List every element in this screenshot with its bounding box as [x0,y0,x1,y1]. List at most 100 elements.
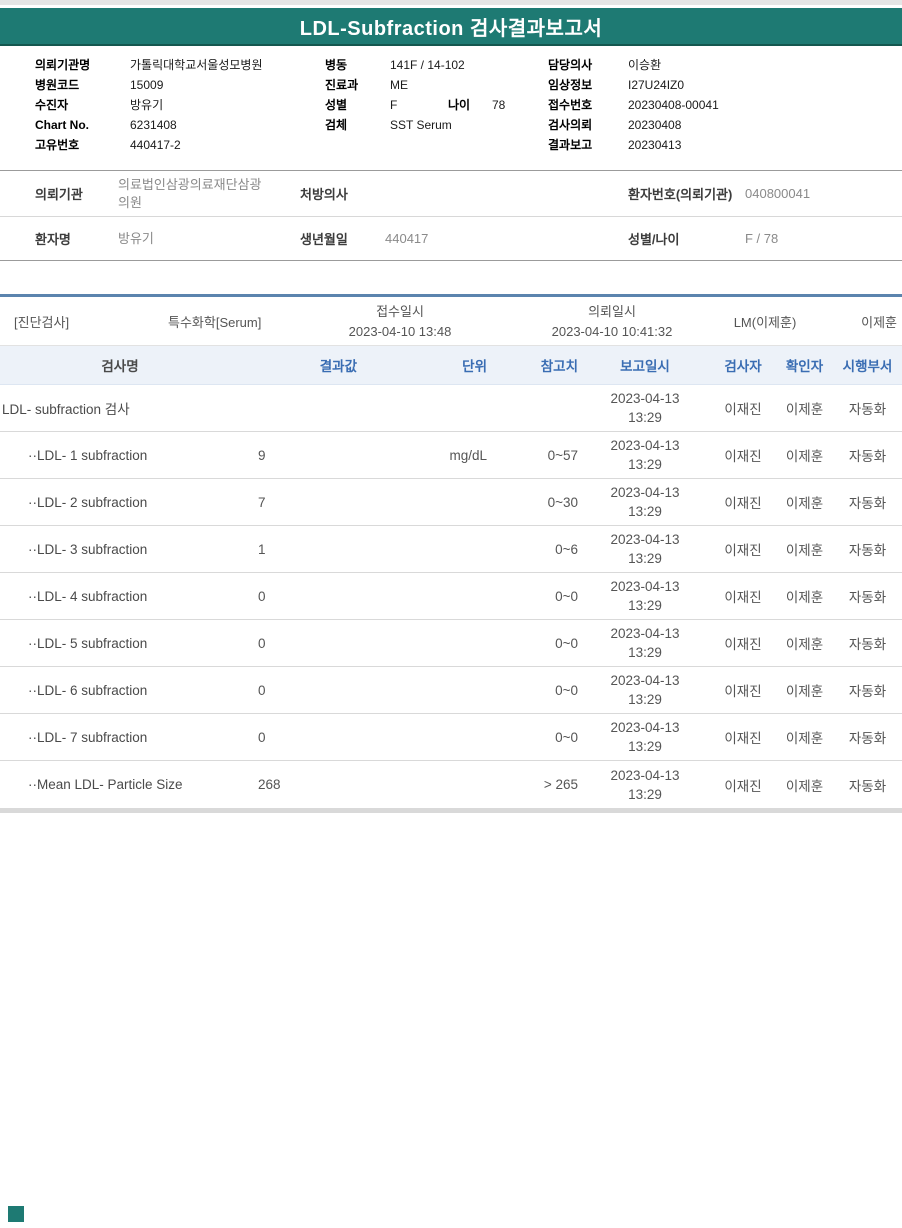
meta-received-datetime: 접수일시 2023-04-10 13:48 [330,302,470,342]
info-value: F [390,98,398,112]
table-row: ··LDL- 6 subfraction 0 0~0 2023-04-13 13:… [0,667,902,714]
field-label: 성별/나이 [628,232,680,247]
info-label: 검사의뢰 [548,118,593,132]
meta-requested-value: 2023-04-10 10:41:32 [551,324,673,339]
cell-tester: 이재진 [724,402,762,417]
info-value: 15009 [130,78,164,92]
cell-verifier: 이제훈 [785,684,824,699]
cell-tester: 이재진 [724,731,762,746]
field-value: F / 78 [745,231,779,246]
meta-category: [진단검사] [14,315,70,330]
info-column-left: 의뢰기관명 가톨릭대학교서울성모병원 병원코드 15009 수진자 방유기 Ch… [35,55,262,155]
info-row: 검사의뢰 20230408 [548,115,719,135]
patient-row: 환자명 방유기 생년월일 440417 성별/나이 F / 78 [0,217,902,260]
col-header-verifier: 확인자 [785,359,824,374]
table-row: ··LDL- 1 subfraction 9 mg/dL 0~57 2023-0… [0,432,902,479]
col-header-unit: 단위 [462,359,487,374]
meta-received-value: 2023-04-10 13:48 [348,324,452,339]
field-value: 의료법인삼광의료재단삼광의원 [118,176,262,210]
info-label: Chart No. [35,118,89,132]
info-label: 접수번호 [548,98,593,112]
col-header-tester: 검사자 [724,359,762,374]
cell-report-datetime: 2023-04-13 13:29 [610,626,680,660]
cell-department: 자동화 [848,496,887,511]
col-header-ref-range: 참고치 [540,359,578,374]
field-value: 440417 [385,231,429,246]
cell-report-datetime: 2023-04-13 13:29 [610,532,680,566]
cell-tester: 이재진 [724,543,762,558]
cell-verifier: 이제훈 [785,496,824,511]
info-column-right: 담당의사 이승환 임상정보 I27U24IZ0 접수번호 20230408-00… [548,55,719,155]
cell-unit: mg/dL [449,447,487,463]
cell-ref-range: 0~0 [555,635,578,651]
info-label: 임상정보 [548,78,593,92]
page-title: LDL-Subfraction 검사결과보고서 [299,17,603,40]
cell-ref-range: 0~30 [547,494,578,510]
age-value: 78 [492,98,506,112]
cell-report-datetime: 2023-04-13 13:29 [610,438,680,472]
cell-ref-range: 0~0 [555,729,578,745]
info-label: 성별 [325,98,348,112]
cell-test-name: ··LDL- 6 subfraction [28,682,148,698]
info-row: 임상정보 I27U24IZ0 [548,75,719,95]
info-value: 이승환 [628,58,662,72]
info-label: 고유번호 [35,138,80,152]
cell-verifier: 이제훈 [785,778,824,794]
cell-report-datetime: 2023-04-13 13:29 [610,485,680,519]
meta-requested-datetime: 의뢰일시 2023-04-10 10:41:32 [528,302,696,342]
cell-tester: 이재진 [724,590,762,605]
cell-ref-range: 0~6 [555,541,578,557]
info-row: 검체 SST Serum [325,115,505,135]
cell-result: 0 [258,682,266,698]
cell-result: 0 [258,729,266,745]
meta-lab-manager: LM(이제훈) [733,315,797,330]
cell-department: 자동화 [848,402,887,417]
cell-verifier: 이제훈 [785,590,824,605]
field-label: 생년월일 [300,232,348,247]
cell-tester: 이재진 [724,778,762,794]
cell-ref-range: 0~57 [547,447,578,463]
table-row: LDL- subfraction 검사 2023-04-13 13:29 이재진 … [0,385,902,432]
col-header-department: 시행부서 [842,359,893,374]
cell-test-name: ··LDL- 5 subfraction [28,635,148,651]
cell-report-datetime: 2023-04-13 13:29 [610,767,680,802]
cell-report-datetime: 2023-04-13 13:29 [610,391,680,425]
cell-result: 0 [258,635,266,651]
cell-test-name: ··LDL- 2 subfraction [28,494,148,510]
results-header-row: 검사명 결과값 단위 참고치 보고일시 검사자 확인자 시행부서 [0,346,902,385]
info-value: 20230408 [628,118,682,132]
info-row: 병원코드 15009 [35,75,262,95]
field-label: 환자명 [35,232,71,247]
cell-ref-range: 0~0 [555,682,578,698]
info-value: 6231408 [130,118,177,132]
info-row: 의뢰기관명 가톨릭대학교서울성모병원 [35,55,262,75]
meta-requested-label: 의뢰일시 [588,304,636,319]
info-value: 20230408-00041 [628,98,719,112]
info-value: SST Serum [390,118,452,132]
age-label: 나이 [448,98,471,112]
cell-test-name: ··LDL- 3 subfraction [28,541,148,557]
patient-info-table: 의뢰기관 의료법인삼광의료재단삼광의원 처방의사 환자번호(의뢰기관) 0408… [0,170,902,261]
cell-test-name: ··LDL- 7 subfraction [28,729,148,745]
table-bottom-bar [0,808,902,813]
info-label: 결과보고 [548,138,593,152]
patient-row: 의뢰기관 의료법인삼광의료재단삼광의원 처방의사 환자번호(의뢰기관) 0408… [0,171,902,217]
field-value: 방유기 [118,230,154,246]
cell-department: 자동화 [848,637,887,652]
page-corner-mark [8,1206,24,1222]
info-row: 진료과 ME [325,75,505,95]
field-label: 환자번호(의뢰기관) [628,187,733,202]
cell-department: 자동화 [848,731,887,746]
cell-tester: 이재진 [724,496,762,511]
cell-report-datetime: 2023-04-13 13:29 [610,720,680,754]
info-value: 가톨릭대학교서울성모병원 [130,58,263,72]
info-column-middle: 병동 141F / 14-102 진료과 ME 성별 F 나이 78 검체 SS… [325,55,505,135]
info-row: 성별 F 나이 78 [325,95,505,115]
info-row: 고유번호 440417-2 [35,135,262,155]
info-row: 수진자 방유기 [35,95,262,115]
cell-report-datetime: 2023-04-13 13:29 [610,579,680,613]
info-value: I27U24IZ0 [628,78,685,92]
cell-verifier: 이제훈 [785,402,824,417]
cell-result: 268 [258,777,281,792]
table-row: ··Mean LDL- Particle Size 268 > 265 2023… [0,761,902,808]
